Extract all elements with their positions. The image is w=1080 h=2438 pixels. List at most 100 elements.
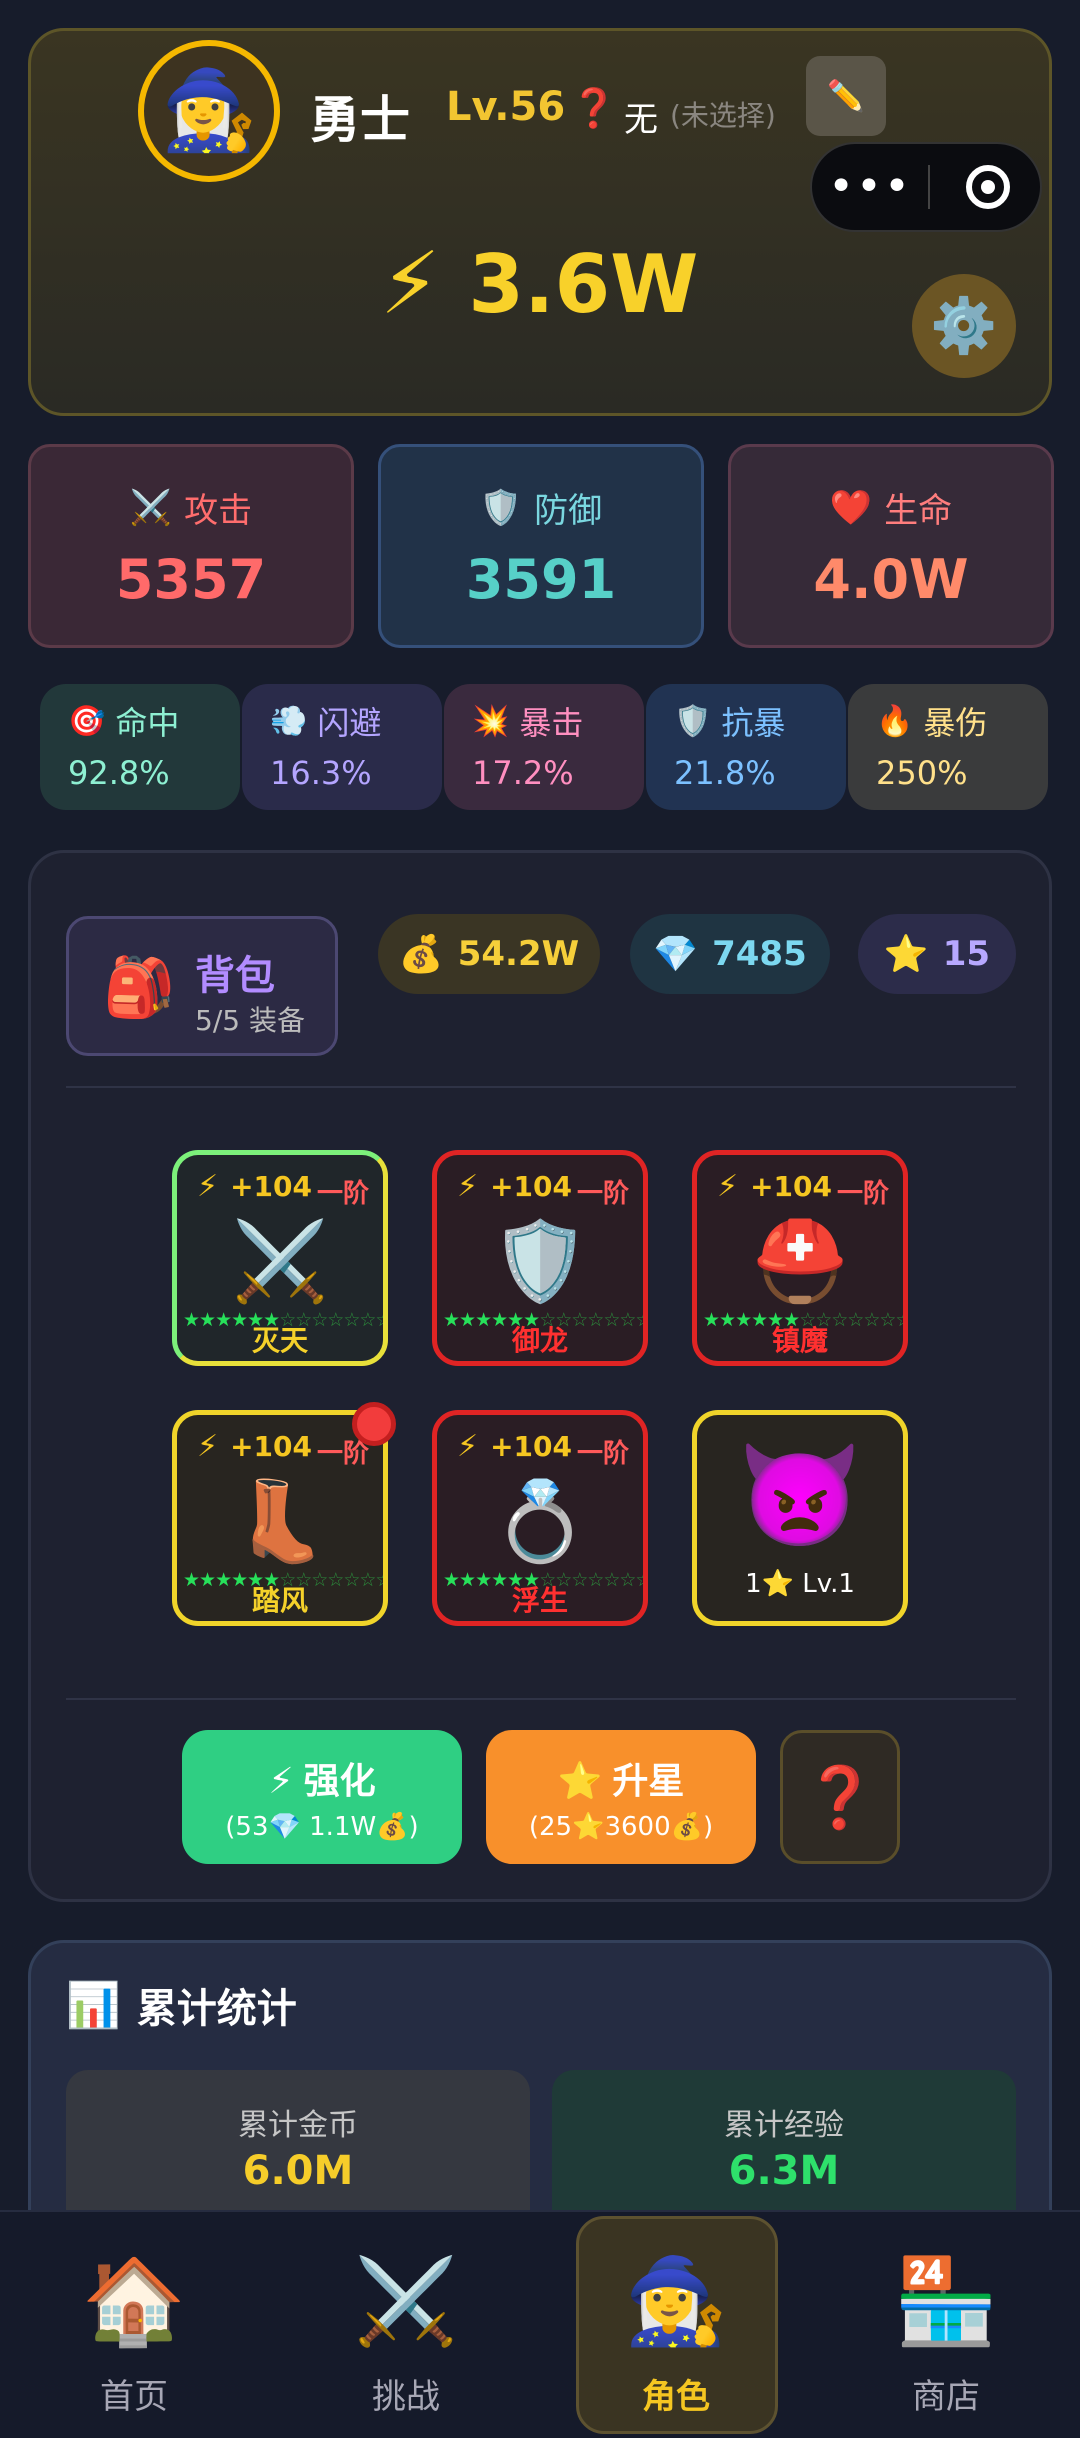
attack-value: 5357 [115,548,267,611]
crit-resist-value: 21.8% [674,754,776,792]
gem-value: 7485 [712,934,807,974]
slot-name: 镇魔 [771,1324,828,1357]
crit-label: 暴击 [519,704,584,742]
crossed-swords-icon: ⚔️ [129,487,173,528]
lightning-icon: ⚡ [717,1169,739,1204]
hit-rate-label: 命中 [115,704,180,742]
crit-value: 17.2% [472,754,574,792]
dash-icon: 💨 [270,703,308,739]
lightning-icon: ⚡ [197,1169,219,1204]
star-up-cost: (25⭐3600💰) [528,1812,714,1842]
equipment-slot-boots[interactable]: ⚡+104 一阶 👢 ★★★★★★☆☆☆☆☆☆☆☆☆☆ 踏风 [172,1410,388,1626]
slot-power: +104 [750,1170,832,1203]
statistics-title-text: 累计统计 [136,1986,297,2032]
diamond-icon: 💎 [653,934,699,975]
nav-shop[interactable]: 🏪 商店 [846,2224,1046,2434]
slot-tier: 一阶 [576,1439,629,1469]
pencil-icon: ✏️ [827,78,865,114]
dodge-value: 16.3% [270,754,372,792]
slot-power: +104 [230,1430,312,1463]
nav-character-label: 角色 [642,2377,710,2417]
crit-damage-label: 暴伤 [923,704,988,742]
equipment-slot-ring[interactable]: ⚡+104 一阶 💍 ★★★★★★☆☆☆☆☆☆☆☆☆☆ 浮生 [432,1410,648,1626]
backpack-icon: 🎒 [103,953,176,1021]
lightning-icon: ⚡ [380,234,441,334]
shield-icon: 🛡️ [674,703,712,739]
target-icon: 🎯 [68,703,106,739]
slot-name: 御龙 [511,1324,568,1357]
nav-challenge[interactable]: ⚔️ 挑战 [306,2224,506,2434]
player-title[interactable]: 无 [624,92,658,141]
avatar-icon: 🧙‍♀️ [160,65,258,156]
crit-damage-stat: 🔥 暴伤 250% [848,684,1048,810]
panel-divider [66,1698,1016,1700]
total-gold-value: 6.0M [242,2148,354,2194]
nav-home-label: 首页 [100,2377,168,2417]
equipment-slot-shield[interactable]: ⚡+104 一阶 🛡️ ★★★★★★☆☆☆☆☆☆☆☆☆☆ 御龙 [432,1150,648,1366]
bar-chart-icon: 📊 [66,1980,121,2031]
defense-label: 防御 [534,491,603,531]
lightning-icon: ⚡ [268,1761,294,1802]
panel-divider [66,1086,1016,1088]
gold-value: 54.2W [457,934,580,974]
dodge-label: 闪避 [317,704,382,742]
health-label: 生命 [884,491,953,531]
house-icon: 🏠 [81,2252,187,2350]
shield-icon: 🛡️ [479,487,523,528]
crit-damage-value: 250% [876,754,968,792]
pet-level: 1⭐ Lv.1 [745,1569,855,1599]
star-up-button[interactable]: ⭐ 升星 (25⭐3600💰) [486,1730,756,1864]
slot-tier: 一阶 [576,1179,629,1209]
slot-power: +104 [230,1170,312,1203]
statistics-title: 📊 累计统计 [66,1976,297,2034]
nav-home[interactable]: 🏠 首页 [34,2224,234,2434]
gem-balance: 💎 7485 [630,914,830,994]
pet-slot[interactable]: 👿 1⭐ Lv.1 [692,1410,908,1626]
fire-icon: 🔥 [876,703,914,739]
total-exp-value: 6.3M [728,2148,840,2194]
more-icon[interactable]: ••• [812,165,928,209]
slot-tier: 一阶 [836,1179,889,1209]
health-value: 4.0W [813,548,969,611]
devil-icon: 👿 [737,1437,863,1554]
settings-button[interactable]: ⚙️ [912,274,1016,378]
edit-button[interactable]: ✏️ [806,56,886,136]
gold-balance: 💰 54.2W [378,914,600,994]
hit-rate-value: 92.8% [68,754,170,792]
notification-dot [352,1402,396,1446]
slot-power: +104 [490,1170,572,1203]
crossed-swords-icon: ⚔️ [231,1217,329,1307]
slot-power: +104 [490,1430,572,1463]
enhance-button[interactable]: ⚡ 强化 (53💎 1.1W💰) [182,1730,462,1864]
equipment-slot-helmet[interactable]: ⚡+104 一阶 ⛑️ ★★★★★★☆☆☆☆☆☆☆☆☆☆ 镇魔 [692,1150,908,1366]
crit-stat: 💥 暴击 17.2% [444,684,644,810]
attack-label: 攻击 [184,491,253,531]
hit-rate-stat: 🎯 命中 92.8% [40,684,240,810]
equipment-slot-weapon[interactable]: ⚡+104 一阶 ⚔️ ★★★★★★☆☆☆☆☆☆☆☆☆☆ 灭天 [172,1150,388,1366]
lightning-icon: ⚡ [457,1169,479,1204]
helmet-icon: ⛑️ [751,1217,849,1307]
health-stat-card: ❤️ 生命 4.0W [728,444,1054,648]
enhance-cost: (53💎 1.1W💰) [225,1812,419,1842]
star-value: 15 [942,934,991,974]
slot-name: 灭天 [251,1324,308,1357]
slot-tier: 一阶 [316,1179,369,1209]
attack-stat-card: ⚔️ 攻击 5357 [28,444,354,648]
nav-challenge-label: 挑战 [372,2377,440,2417]
defense-value: 3591 [465,548,617,611]
player-name: 勇士 [310,91,410,149]
close-target-icon[interactable] [966,165,1010,209]
combat-power-value: 3.6W [468,237,699,331]
nav-character[interactable]: 🧙‍♀️ 角色 [576,2224,776,2434]
money-bag-icon: 💰 [398,934,444,975]
bag-button[interactable]: 🎒 背包 5/5 装备 [66,916,338,1056]
heart-icon: ❤️ [829,487,873,528]
defense-stat-card: 🛡️ 防御 3591 [378,444,704,648]
help-button[interactable]: ❓ [780,1730,900,1864]
store-icon: 🏪 [893,2252,999,2350]
capsule-divider [928,165,930,209]
star-up-label: 升星 [612,1761,685,1802]
star-balance: ⭐ 15 [858,914,1016,994]
player-avatar[interactable]: 🧙‍♀️ [138,40,280,182]
mage-icon: 🧙‍♀️ [623,2252,729,2350]
